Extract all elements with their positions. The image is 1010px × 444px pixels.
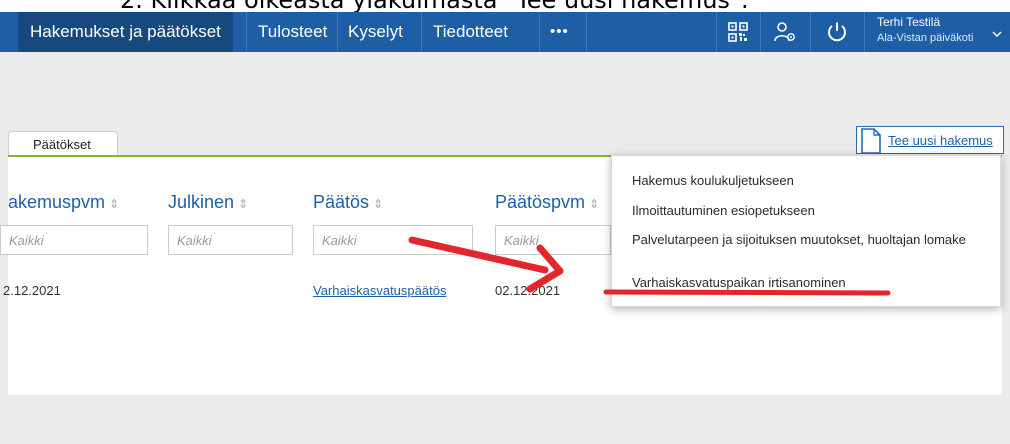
filter-decision-date[interactable]: [495, 225, 611, 255]
nav-tab-prints[interactable]: Tulosteet: [258, 12, 327, 52]
menu-item-preschool-enrollment[interactable]: Ilmoittautuminen esiopetukseen: [632, 202, 977, 219]
filter-decision[interactable]: [313, 225, 473, 255]
user-settings-icon[interactable]: [760, 12, 810, 52]
qr-code-icon[interactable]: [716, 12, 760, 52]
sort-icon[interactable]: ⇕: [238, 197, 248, 211]
nav-more-button[interactable]: •••: [550, 12, 569, 52]
column-header-decision[interactable]: Päätös ⇕: [313, 192, 383, 213]
cell-decision-date: 02.12.2021: [495, 283, 561, 298]
column-header-public[interactable]: Julkinen ⇕: [168, 192, 248, 213]
column-header-label: akemuspvm: [8, 192, 106, 212]
column-header-label: Päätös: [313, 192, 370, 212]
nav-divider: [864, 12, 865, 52]
sort-icon[interactable]: ⇕: [373, 197, 383, 211]
nav-tab-queries[interactable]: Kyselyt: [348, 12, 403, 52]
menu-item-service-changes[interactable]: Palvelutarpeen ja sijoituksen muutokset,…: [632, 231, 977, 248]
column-header-label: Päätöspvm: [495, 192, 586, 212]
nav-divider: [421, 12, 422, 52]
nav-tab-applications[interactable]: Hakemukset ja päätökset: [18, 12, 233, 52]
nav-divider: [246, 12, 247, 52]
column-header-application-date[interactable]: akemuspvm ⇕: [8, 192, 119, 213]
menu-item-school-transport[interactable]: Hakemus koulukuljetukseen: [632, 172, 977, 189]
user-organization[interactable]: Ala-Vistan päiväkoti: [877, 32, 973, 44]
instruction-label: 2. Klikkaa oikeasta yläkulmasta "Tee uus…: [120, 0, 749, 12]
sort-icon[interactable]: ⇕: [589, 197, 599, 211]
power-icon[interactable]: [810, 12, 864, 52]
nav-divider: [539, 12, 540, 52]
column-header-label: Julkinen: [168, 192, 235, 212]
column-header-decision-date[interactable]: Päätöspvm ⇕: [495, 192, 599, 213]
cell-application-date: 2.12.2021: [3, 283, 61, 298]
nav-tab-announcements[interactable]: Tiedotteet: [433, 12, 508, 52]
menu-item-termination[interactable]: Varhaiskasvatuspaikan irtisanominen: [632, 274, 977, 291]
filter-application-date[interactable]: [0, 225, 148, 255]
decision-link[interactable]: Varhaiskasvatuspäätös: [313, 283, 446, 298]
new-application-label[interactable]: Tee uusi hakemus: [888, 133, 993, 148]
nav-divider: [586, 12, 587, 52]
user-name[interactable]: Terhi Testilä: [877, 15, 940, 29]
filter-public[interactable]: [168, 225, 293, 255]
sort-icon[interactable]: ⇕: [109, 197, 119, 211]
nav-divider: [337, 12, 338, 52]
new-application-menu: Hakemus koulukuljetukseen Ilmoittautumin…: [611, 155, 1001, 307]
instruction-text: 2. Klikkaa oikeasta yläkulmasta "Tee uus…: [0, 0, 1010, 12]
chevron-down-icon[interactable]: [992, 25, 1002, 43]
tab-decisions[interactable]: Päätökset: [8, 131, 118, 156]
top-nav: Hakemukset ja päätökset Tulosteet Kysely…: [0, 12, 1010, 52]
